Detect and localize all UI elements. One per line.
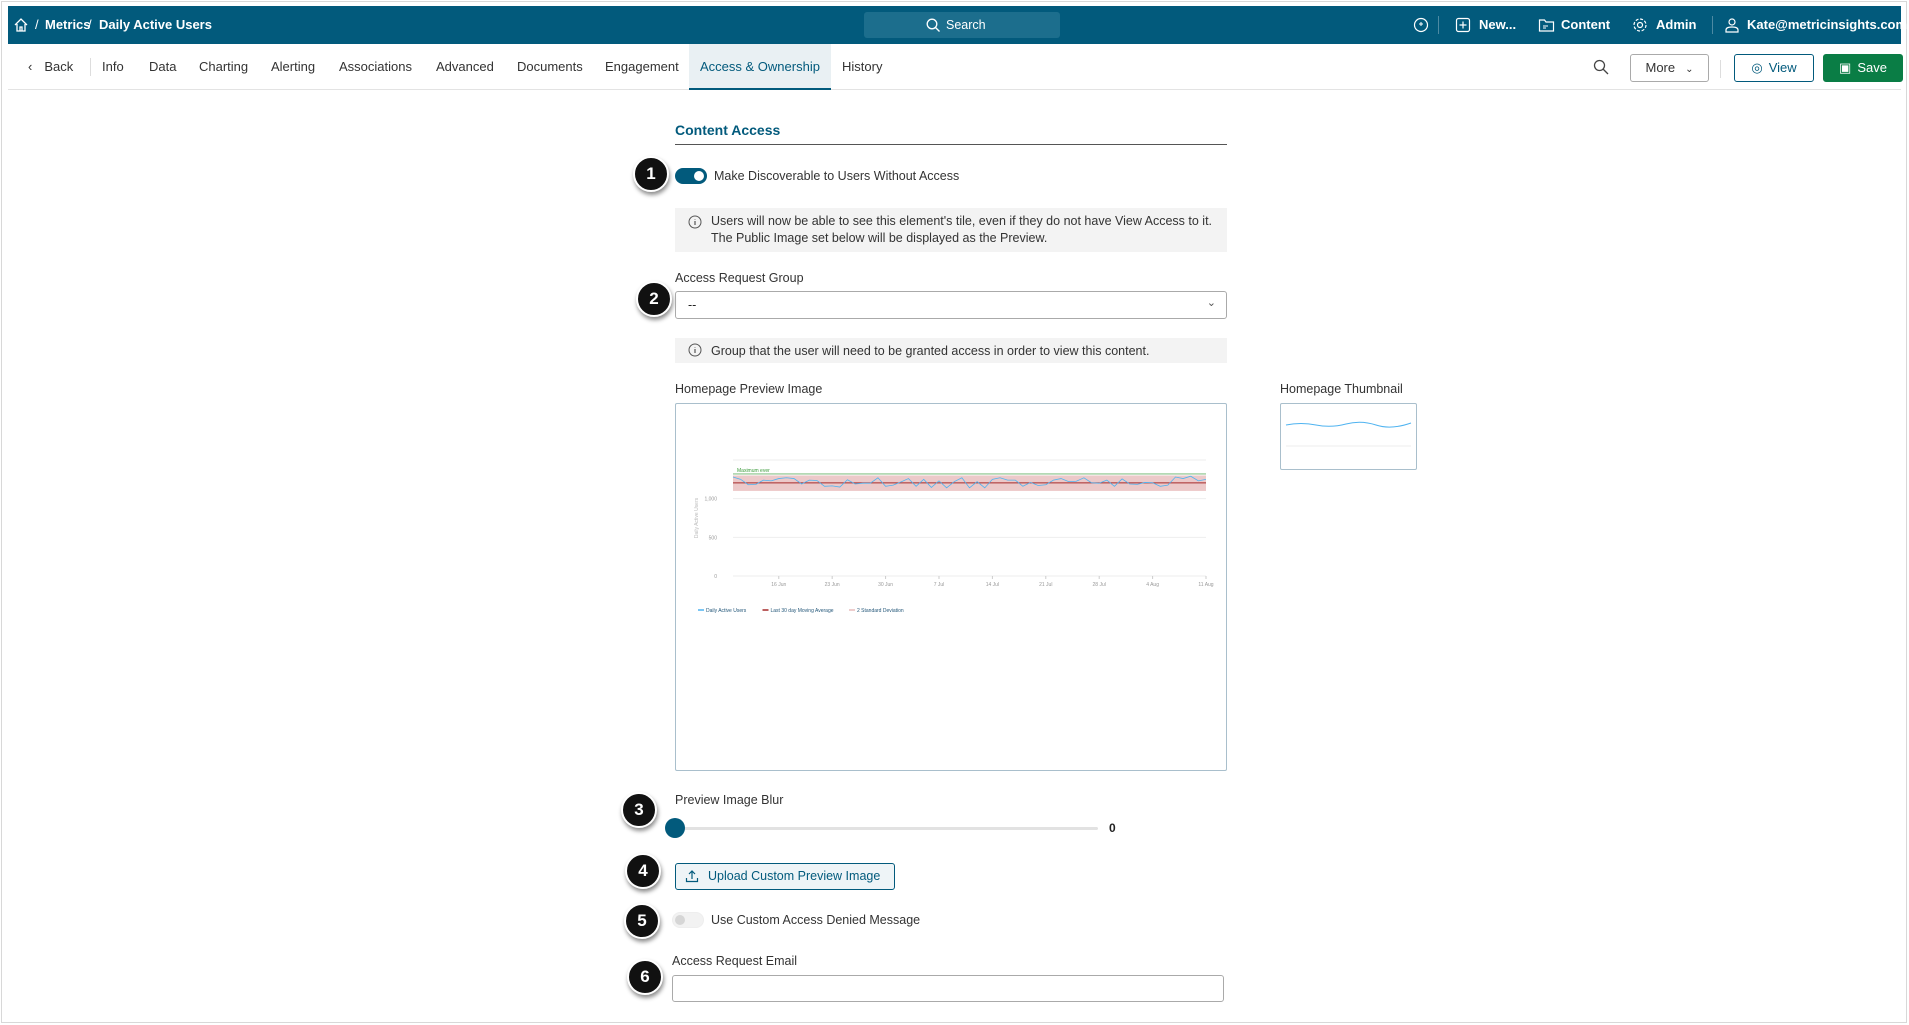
discoverable-label: Make Discoverable to Users Without Acces… (714, 169, 960, 183)
folder-icon (1538, 19, 1555, 32)
section-title: Content Access (675, 122, 781, 138)
tab-documents[interactable]: Documents (517, 44, 583, 90)
tab-access-ownership[interactable]: Access & Ownership (689, 44, 831, 90)
user-menu[interactable]: Kate@metricinsights.com (1747, 17, 1907, 32)
chevron-down-icon: ⌄ (1206, 297, 1216, 309)
ai-sparkle-icon[interactable] (1413, 17, 1429, 33)
maximum-ever-label: Maximum ever (737, 468, 770, 474)
x-tick-label: 4 Aug (1146, 582, 1159, 588)
x-tick-label: 21 Jul (1039, 582, 1052, 588)
more-label: More (1645, 60, 1676, 75)
legend-label: Daily Active Users (706, 608, 747, 614)
x-tick-label: 16 Jun (771, 582, 786, 588)
discoverable-info-text: Users will now be able to see this eleme… (711, 214, 1213, 245)
user-icon (1725, 18, 1739, 33)
save-button[interactable]: ▣ Save (1823, 54, 1903, 82)
home-icon[interactable] (13, 17, 29, 33)
x-tick-label: 7 Jul (934, 582, 945, 588)
thumbnail-label: Homepage Thumbnail (1280, 382, 1403, 396)
x-tick-label: 11 Aug (1198, 582, 1213, 588)
thumbnail-box (1280, 403, 1417, 470)
discoverable-toggle[interactable] (675, 168, 707, 184)
search-icon (926, 18, 940, 32)
tab-alerting[interactable]: Alerting (271, 44, 315, 90)
tab-data[interactable]: Data (149, 44, 176, 90)
tab-advanced[interactable]: Advanced (436, 44, 494, 90)
eye-icon: ◎ (1751, 60, 1763, 75)
info-icon (688, 343, 702, 357)
breadcrumb-separator: / (88, 17, 92, 32)
top-bar: / Metrics / Daily Active Users Search Ne… (8, 6, 1907, 44)
y-axis-label: Daily Active Users (694, 497, 700, 538)
plus-square-icon (1455, 17, 1471, 33)
upload-icon (685, 870, 699, 883)
x-tick-label: 30 Jun (878, 582, 893, 588)
tab-bar: ‹ Back Info Data Charting Alerting Associ… (8, 44, 1903, 90)
access-request-email-input[interactable] (672, 975, 1224, 1002)
access-group-info: Group that the user will need to be gran… (675, 338, 1227, 363)
step-badge-3: 3 (621, 792, 657, 828)
tab-info[interactable]: Info (102, 44, 124, 90)
chevron-left-icon: ‹ (28, 59, 33, 74)
tab-history[interactable]: History (842, 44, 882, 90)
blur-value: 0 (1109, 821, 1116, 835)
chevron-down-icon: ⌄ (1685, 64, 1694, 75)
access-group-info-text: Group that the user will need to be gran… (711, 344, 1150, 358)
preview-image-box: 0 500 1,000 Daily Active Users 16 Jun 23 Jun 3… (675, 403, 1227, 771)
x-tick-label: 14 Jul (986, 582, 999, 588)
access-group-label: Access Request Group (675, 271, 804, 285)
breadcrumb-metrics[interactable]: Metrics (45, 17, 91, 32)
info-icon (688, 215, 702, 229)
step-badge-1: 1 (633, 156, 669, 192)
search-icon[interactable] (1593, 59, 1609, 75)
tab-engagement[interactable]: Engagement (605, 44, 679, 90)
y-tick-label: 1,000 (704, 497, 717, 503)
discoverable-info: Users will now be able to see this eleme… (675, 208, 1227, 252)
back-label: Back (44, 59, 74, 74)
breadcrumb-current: Daily Active Users (99, 17, 212, 32)
admin-menu[interactable]: Admin (1656, 17, 1696, 32)
upload-preview-button[interactable]: Upload Custom Preview Image (675, 863, 895, 890)
save-disk-icon: ▣ (1839, 60, 1852, 75)
x-tick-label: 23 Jun (825, 582, 840, 588)
legend-label: Last 30 day Moving Average (771, 608, 834, 614)
gear-icon (1633, 18, 1647, 32)
view-label: View (1768, 60, 1797, 75)
blur-slider-track[interactable] (675, 827, 1098, 830)
tab-charting[interactable]: Charting (199, 44, 248, 90)
thumbnail-chart (1285, 421, 1412, 447)
email-label: Access Request Email (672, 954, 798, 968)
access-group-value: -- (688, 298, 697, 312)
step-badge-4: 4 (625, 853, 661, 889)
step-badge-2: 2 (636, 281, 672, 317)
custom-denied-toggle[interactable] (672, 912, 704, 928)
more-dropdown[interactable]: More ⌄ (1630, 54, 1709, 82)
preview-chart: 0 500 1,000 Daily Active Users 16 Jun 23 Jun 3… (694, 459, 1214, 614)
custom-denied-label: Use Custom Access Denied Message (711, 913, 921, 927)
access-group-select[interactable]: -- ⌄ (675, 291, 1227, 319)
preview-image-label: Homepage Preview Image (675, 382, 823, 396)
step-badge-5: 5 (624, 903, 660, 939)
new-menu[interactable]: New... (1479, 17, 1516, 32)
legend-label: 2 Standard Deviation (857, 608, 904, 614)
save-label: Save (1857, 60, 1887, 75)
y-tick-label: 500 (709, 535, 718, 541)
breadcrumb-separator: / (35, 17, 39, 32)
tab-associations[interactable]: Associations (339, 44, 412, 90)
upload-label: Upload Custom Preview Image (708, 869, 881, 883)
blur-slider-handle[interactable] (665, 818, 685, 838)
search-button[interactable]: Search (864, 12, 1060, 38)
step-badge-6: 6 (627, 959, 663, 995)
back-button[interactable]: ‹ Back (28, 44, 73, 90)
section-divider (675, 144, 1227, 145)
view-button[interactable]: ◎ View (1734, 54, 1814, 82)
blur-label: Preview Image Blur (675, 793, 784, 807)
content-menu[interactable]: Content (1561, 17, 1610, 32)
search-label: Search (946, 18, 986, 32)
y-tick-label: 0 (714, 574, 717, 580)
x-tick-label: 28 Jul (1093, 582, 1106, 588)
